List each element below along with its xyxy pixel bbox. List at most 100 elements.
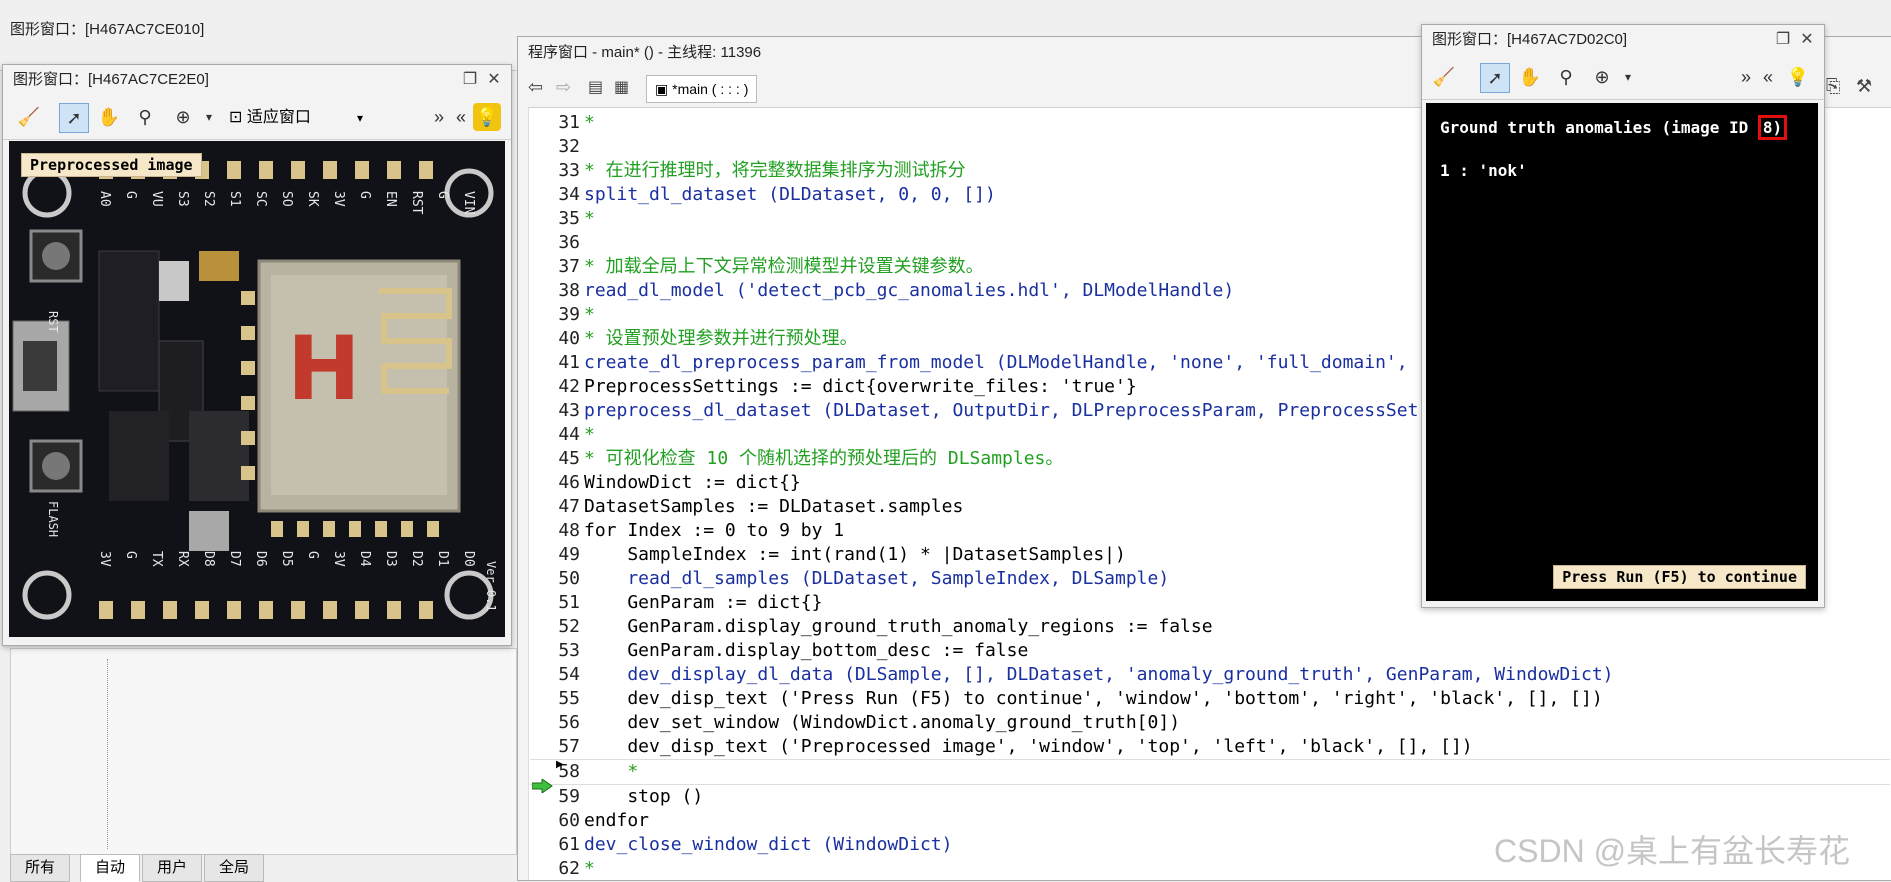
lightbulb-icon[interactable]: 💡 xyxy=(473,103,501,131)
line-number: 31 xyxy=(558,112,580,133)
line-number: 48 xyxy=(558,520,580,541)
pcb-pin-label: SC xyxy=(253,191,268,207)
tools-icon[interactable]: ⚒ xyxy=(1856,76,1872,97)
line-number: 61 xyxy=(558,834,580,855)
procedure-selector[interactable]: ▣ *main ( : : : ) xyxy=(646,75,758,103)
anomaly-heading: Ground truth anomalies (image ID 8) xyxy=(1440,115,1788,140)
code-text: read_dl_samples (DLDataset, SampleIndex,… xyxy=(584,568,1170,589)
zoom-dropdown-icon[interactable]: ▾ xyxy=(1614,63,1642,91)
magnifier-icon[interactable]: ⚲ xyxy=(131,103,159,131)
line-number: 46 xyxy=(558,472,580,493)
class-line: 1 : 'nok' xyxy=(1440,161,1527,180)
tab-global[interactable]: 全局 xyxy=(204,854,265,882)
right-window-title: 图形窗口：[H467AC7D02C0] xyxy=(1432,31,1628,48)
line-number: 38 xyxy=(558,280,580,301)
back-icon[interactable]: ⇦ xyxy=(528,77,543,98)
pcb-pin-label: G xyxy=(305,551,320,559)
pcb-pin-label: D3 xyxy=(383,551,398,567)
preprocessed-image-overlay-label: Preprocessed image xyxy=(21,153,202,177)
code-text: create_dl_preprocess_param_from_model (D… xyxy=(584,352,1419,373)
code-text: * 加载全局上下文异常检测模型并设置关键参数。 xyxy=(584,256,984,277)
main-toolbar-right: ⎘ ⚒ xyxy=(1826,74,1891,104)
grid-icon[interactable]: ▦ xyxy=(614,77,629,97)
close-icon[interactable]: ✕ xyxy=(483,65,505,95)
preprocessed-image-canvas[interactable]: H A0 G VU S3 S2 S1 SC SO SK 3V G EN RST G VIN 3V G TX RX D… xyxy=(9,141,505,637)
code-line[interactable]: 58 * xyxy=(530,759,1890,785)
left-window-title: 图形窗口：[H467AC7CE2E0] xyxy=(13,71,209,88)
magnifier-icon[interactable]: ⚲ xyxy=(1552,63,1580,91)
line-number: 51 xyxy=(558,592,580,613)
anomaly-display-canvas[interactable]: Ground truth anomalies (image ID 8) 1 : … xyxy=(1426,103,1818,601)
code-text: * xyxy=(584,208,595,229)
watermark: CSDN @桌上有盆长寿花 xyxy=(1494,833,1851,869)
code-line[interactable]: 56 dev_set_window (WindowDict.anomaly_gr… xyxy=(530,711,1890,735)
zoom-dropdown-icon[interactable]: ▾ xyxy=(195,103,223,131)
fit-window-dropdown[interactable]: ⊡ 适应窗口 ▾ xyxy=(229,105,363,131)
left-graphics-window: 图形窗口：[H467AC7CE2E0] ❐ ✕ 🧹 ➚ ✋ ⚲ ⊕ ▾ ⊡ 适应… xyxy=(2,64,512,646)
collapse-icon[interactable]: « xyxy=(1754,63,1782,91)
pcb-pin-label: RST xyxy=(409,191,424,215)
line-number: 62 xyxy=(558,858,580,879)
code-text: * xyxy=(584,424,595,445)
pcb-pin-label: G xyxy=(123,551,138,559)
tab-auto[interactable]: 自动 xyxy=(80,854,141,882)
close-icon[interactable]: ✕ xyxy=(1796,25,1818,55)
code-line[interactable]: 54 dev_display_dl_data (DLSample, [], DL… xyxy=(530,663,1890,687)
anomaly-heading-text: Ground truth anomalies (image ID xyxy=(1440,118,1758,137)
code-line[interactable]: 59 stop () xyxy=(530,785,1890,809)
pcb-pin-label: VIN xyxy=(461,191,476,214)
pcb-pin-label: VU xyxy=(149,191,164,207)
procedure-icon: ▣ xyxy=(655,81,669,97)
code-text: GenParam.display_bottom_desc := false xyxy=(584,640,1029,661)
pcb-pin-label: S1 xyxy=(227,191,242,207)
hand-icon[interactable]: ✋ xyxy=(1516,63,1544,91)
line-number: 32 xyxy=(558,136,580,157)
code-text: PreprocessSettings := dict{overwrite_fil… xyxy=(584,376,1137,397)
lightbulb-icon[interactable]: 💡 xyxy=(1784,63,1812,91)
right-window-titlebar: 图形窗口：[H467AC7D02C0] ❐ ✕ xyxy=(1422,25,1824,55)
rst-label: RST xyxy=(46,311,60,333)
code-text: dev_set_window (WindowDict.anomaly_groun… xyxy=(584,712,1181,733)
pcb-board-image: H A0 G VU S3 S2 S1 SC SO SK 3V G EN RST G VIN 3V G TX RX D… xyxy=(9,141,505,637)
collapse-icon[interactable]: « xyxy=(447,103,475,131)
pcb-pin-label: D0 xyxy=(461,551,476,567)
broom-icon[interactable]: 🧹 xyxy=(15,103,43,131)
panel-splitter[interactable] xyxy=(107,659,112,849)
pcb-pin-label: D5 xyxy=(279,551,294,567)
pointer-icon[interactable]: ➚ xyxy=(59,103,89,133)
left-window-toolbar: 🧹 ➚ ✋ ⚲ ⊕ ▾ ⊡ 适应窗口 ▾ » « 💡 xyxy=(3,95,511,140)
code-line[interactable]: 55 dev_disp_text ('Press Run (F5) to con… xyxy=(530,687,1890,711)
line-number: 39 xyxy=(558,304,580,325)
clipboard-icon[interactable]: ▤ xyxy=(588,77,603,97)
tab-all[interactable]: 所有 xyxy=(10,854,71,882)
line-number: 54 xyxy=(558,664,580,685)
pcb-pin-label: D4 xyxy=(357,551,372,567)
line-number: 57 xyxy=(558,736,580,757)
tab-user[interactable]: 用户 xyxy=(142,854,203,882)
pcb-pin-label: TX xyxy=(149,551,164,567)
forward-icon[interactable]: ⇨ xyxy=(556,77,571,98)
zoom-in-icon[interactable]: ⊕ xyxy=(169,103,197,131)
broom-icon[interactable]: 🧹 xyxy=(1430,63,1458,91)
code-line[interactable]: 52 GenParam.display_ground_truth_anomaly… xyxy=(530,615,1890,639)
pcb-pin-label: D6 xyxy=(253,551,268,567)
code-line[interactable]: 53 GenParam.display_bottom_desc := false xyxy=(530,639,1890,663)
zoom-in-icon[interactable]: ⊕ xyxy=(1588,63,1616,91)
restore-icon[interactable]: ❐ xyxy=(1772,25,1794,55)
line-number: 60 xyxy=(558,810,580,831)
hand-icon[interactable]: ✋ xyxy=(95,103,123,131)
line-number: 40 xyxy=(558,328,580,349)
fit-window-icon: ⊡ xyxy=(229,109,243,126)
restore-icon[interactable]: ❐ xyxy=(459,65,481,95)
code-text: preprocess_dl_dataset (DLDataset, Output… xyxy=(584,400,1419,421)
export-icon[interactable]: ⎘ xyxy=(1826,76,1840,97)
procedure-label: *main ( : : : ) xyxy=(672,81,749,97)
pcb-pin-label: SO xyxy=(279,191,294,207)
code-text: endfor xyxy=(584,810,650,831)
code-text: SampleIndex := int(rand(1) * |DatasetSam… xyxy=(584,544,1126,565)
pcb-pin-label: RX xyxy=(175,551,190,567)
pcb-pin-label: A0 xyxy=(97,191,112,207)
insert-cursor-icon: ▶ xyxy=(556,759,564,770)
code-line[interactable]: 57 dev_disp_text ('Preprocessed image', … xyxy=(530,735,1890,759)
pointer-icon[interactable]: ➚ xyxy=(1480,63,1510,93)
